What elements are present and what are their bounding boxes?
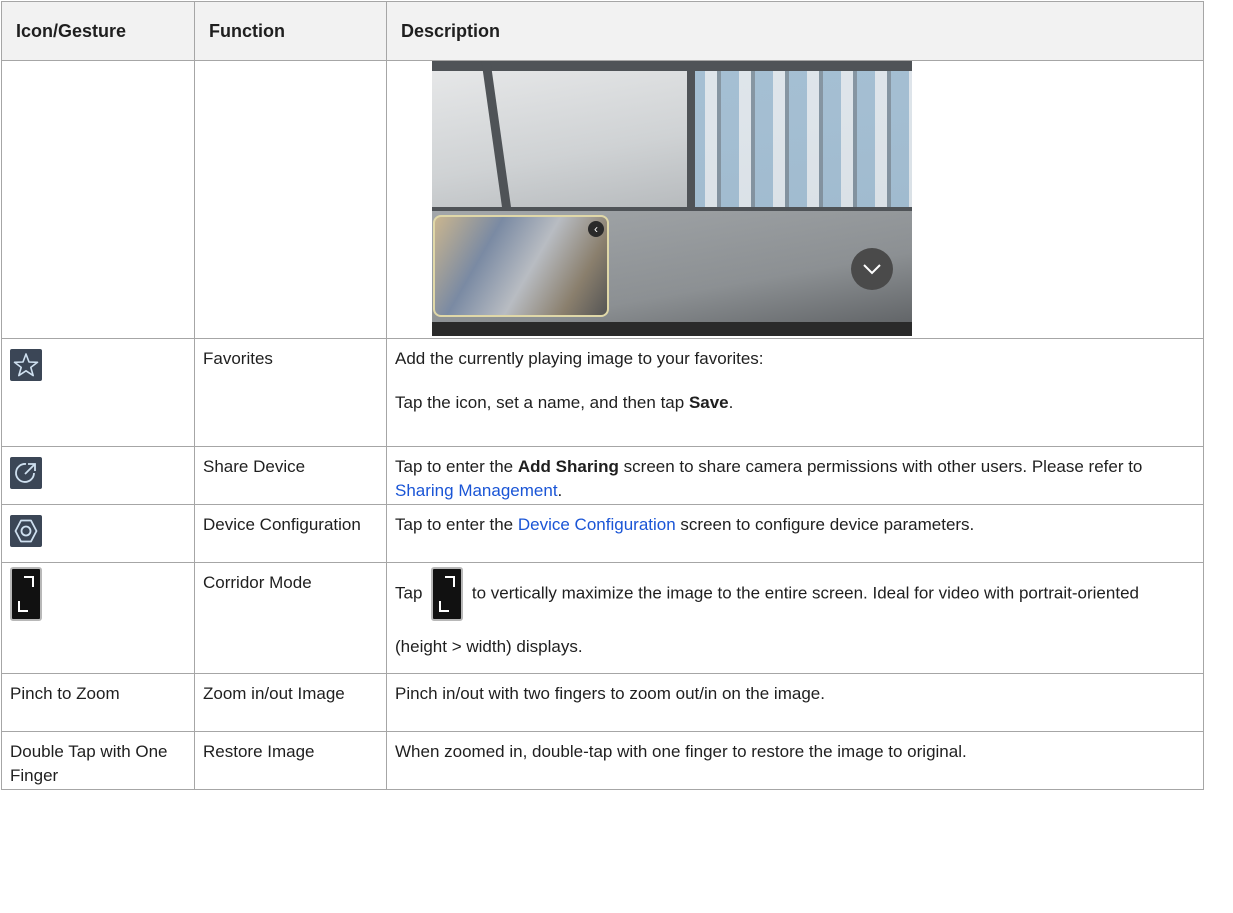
desc-restore: When zoomed in, double-tap with one fing… [386, 731, 1204, 790]
gesture-pinch: Pinch to Zoom [1, 673, 195, 732]
chevron-down-icon[interactable] [851, 248, 893, 290]
sharing-management-link[interactable]: Sharing Management [395, 481, 558, 500]
settings-icon [10, 515, 42, 547]
desc-share-device: Tap to enter the Add Sharing screen to s… [386, 446, 1204, 505]
function-restore: Restore Image [194, 731, 387, 790]
share-icon [10, 457, 42, 489]
desc-zoom: Pinch in/out with two fingers to zoom ou… [386, 673, 1204, 732]
function-device-configuration: Device Configuration [194, 504, 387, 563]
picture-in-picture-view[interactable] [433, 215, 609, 317]
live-view-screenshot: ‹ [432, 61, 912, 336]
header-description: Description [386, 1, 1204, 61]
header-icon-gesture: Icon/Gesture [1, 1, 195, 61]
cell-preview: ‹ [386, 60, 1204, 339]
device-configuration-link[interactable]: Device Configuration [518, 515, 676, 534]
table-header-row: Icon/Gesture Function Description [1, 1, 1204, 61]
desc-corridor-mode: Tap to vertically maximize the image to … [386, 562, 1204, 674]
function-corridor-mode: Corridor Mode [194, 562, 387, 674]
table-row: Pinch to Zoom Zoom in/out Image Pinch in… [1, 673, 1204, 732]
function-zoom: Zoom in/out Image [194, 673, 387, 732]
table-row: ‹ [1, 60, 1204, 339]
corridor-mode-icon [10, 567, 42, 621]
function-favorites: Favorites [194, 338, 387, 447]
star-icon [10, 349, 42, 381]
desc-device-configuration: Tap to enter the Device Configuration sc… [386, 504, 1204, 563]
header-function: Function [194, 1, 387, 61]
cell-empty [1, 60, 195, 339]
cell-empty [194, 60, 387, 339]
feature-table: Icon/Gesture Function Description ‹ Favo… [1, 1, 1204, 790]
gesture-double-tap: Double Tap with One Finger [1, 731, 195, 790]
corridor-mode-icon [431, 567, 464, 621]
table-row: Device Configuration Tap to enter the De… [1, 504, 1204, 563]
table-row: Share Device Tap to enter the Add Sharin… [1, 446, 1204, 505]
table-row: Favorites Add the currently playing imag… [1, 338, 1204, 447]
collapse-pip-icon[interactable]: ‹ [588, 221, 604, 237]
function-share-device: Share Device [194, 446, 387, 505]
table-row: Double Tap with One Finger Restore Image… [1, 731, 1204, 790]
table-row: Corridor Mode Tap to vertically maximize… [1, 562, 1204, 674]
desc-favorites: Add the currently playing image to your … [386, 338, 1204, 447]
